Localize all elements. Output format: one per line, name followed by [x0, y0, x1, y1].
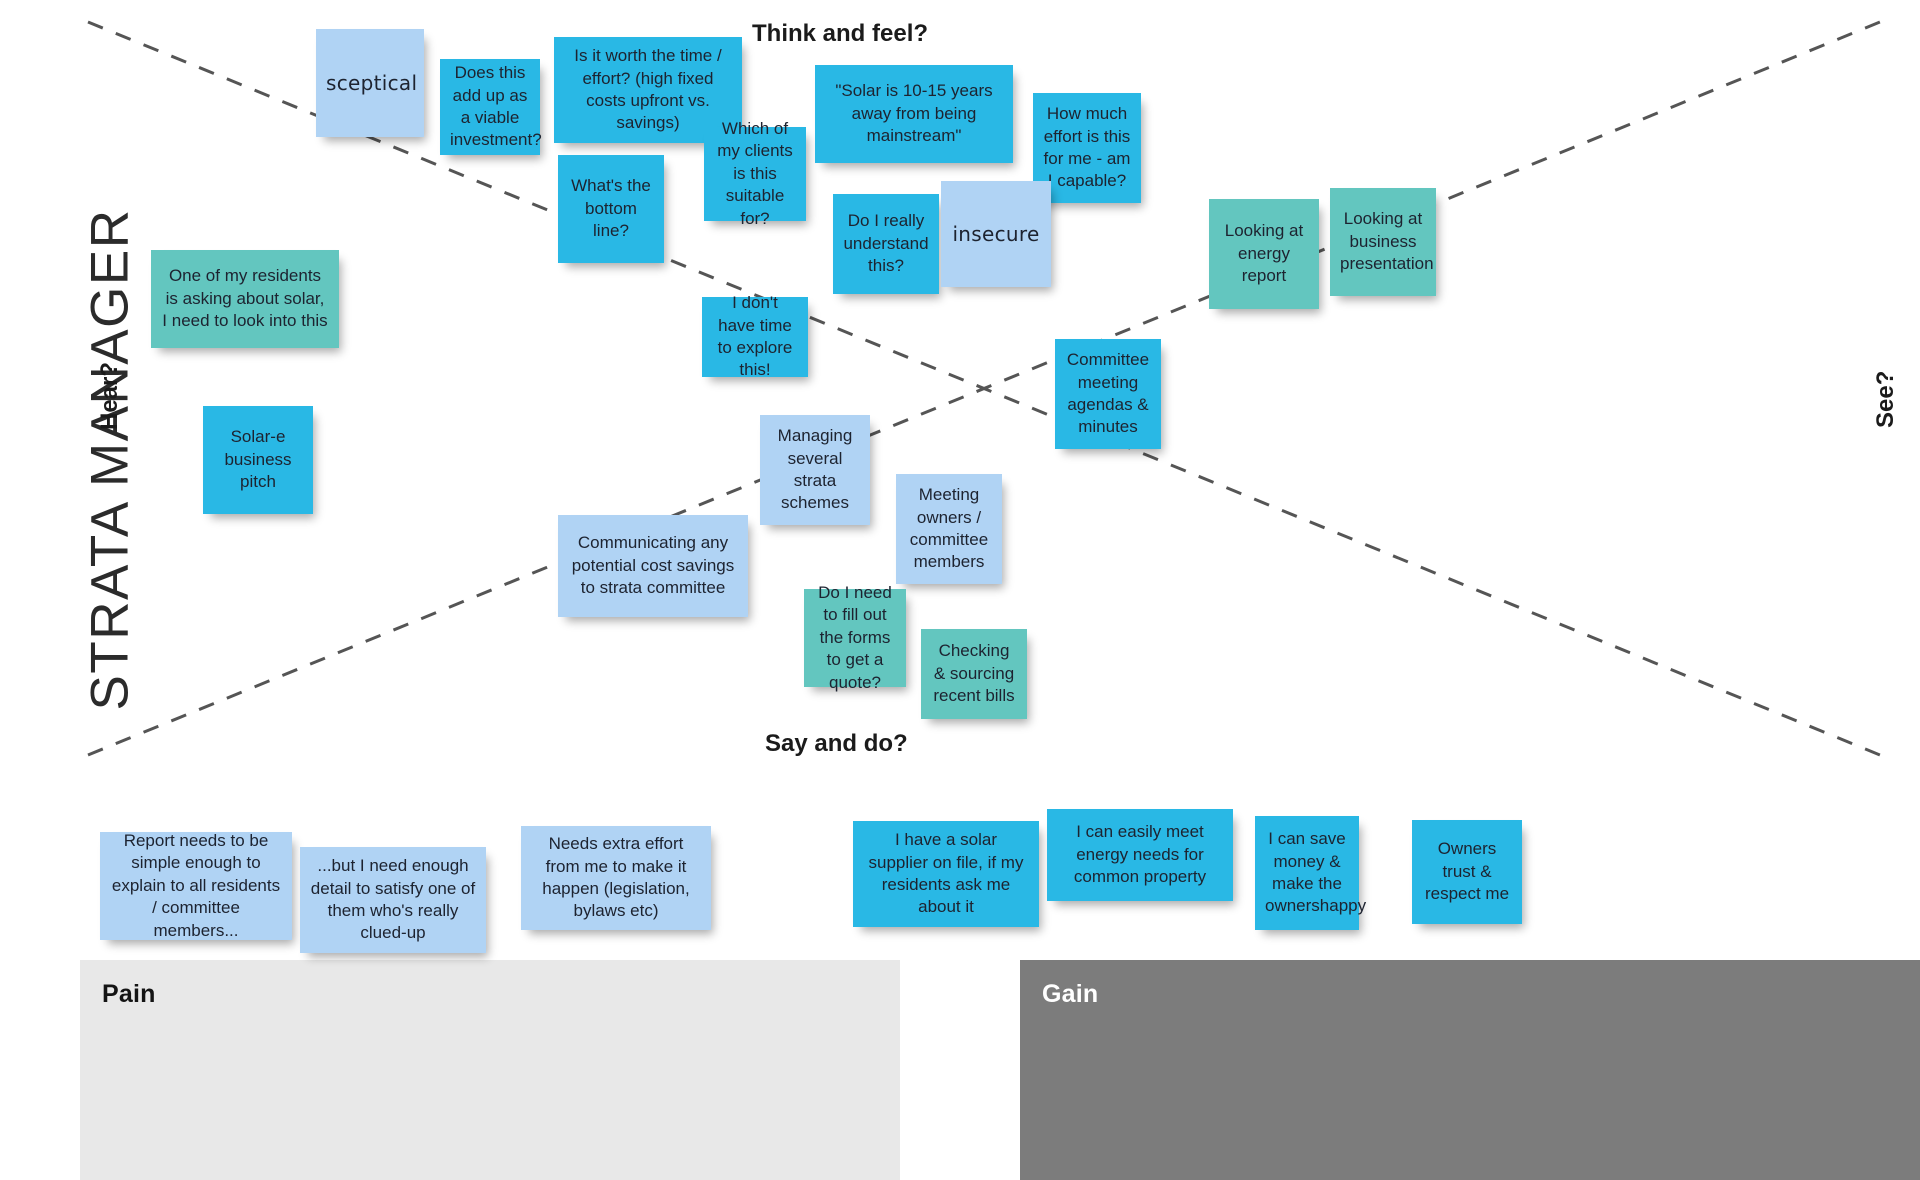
sticky-note-text: One of my residents is asking about sola… — [162, 266, 328, 331]
pain-panel: Pain — [80, 960, 900, 1180]
sticky-note-insecure[interactable]: insecure — [941, 181, 1051, 287]
sticky-note-text: Do I need to fill out the forms to get a… — [818, 582, 892, 692]
sticky-note-text: Needs extra effort from me to make it ha… — [542, 834, 690, 921]
sticky-note-looking-business-pres[interactable]: Looking at business presentation — [1330, 188, 1436, 296]
sticky-note-meet-energy-needs[interactable]: I can easily meet energy needs for commo… — [1047, 809, 1233, 901]
sticky-note-text: How much effort is this for me - am I ca… — [1043, 104, 1131, 191]
sticky-note-text: Managing several strata schemes — [777, 426, 853, 513]
sticky-note-sceptical[interactable]: sceptical — [316, 29, 424, 137]
sticky-note-text: Which of my clients is this suitable for… — [717, 118, 793, 228]
sticky-note-solar-supplier-on-file[interactable]: I have a solar supplier on file, if my r… — [853, 821, 1039, 927]
sticky-note-committee-agendas[interactable]: Committee meeting agendas & minutes — [1055, 339, 1161, 449]
sticky-note-fill-out-forms[interactable]: Do I need to fill out the forms to get a… — [804, 583, 906, 692]
sticky-note-text: Is it worth the time / effort? (high fix… — [574, 46, 722, 133]
quadrant-label-see: See? — [1872, 370, 1899, 428]
sticky-note-communicating-savings[interactable]: Communicating any potential cost savings… — [558, 515, 748, 617]
sticky-note-viable-investment[interactable]: Does this add up as a viable investment? — [440, 59, 542, 155]
sticky-note-solar-e-pitch[interactable]: Solar-e business pitch — [203, 406, 313, 514]
sticky-note-enough-detail[interactable]: ...but I need enough detail to satisfy o… — [300, 847, 486, 953]
sticky-note-checking-bills[interactable]: Checking & sourcing recent bills — [921, 629, 1027, 719]
pain-panel-title: Pain — [102, 980, 156, 1008]
sticky-note-which-clients[interactable]: Which of my clients is this suitable for… — [704, 119, 806, 228]
quadrant-label-hear: Hear? — [96, 361, 123, 430]
persona-title: STRATA MANAGER — [80, 208, 140, 711]
quadrant-label-think-and-feel: Think and feel? — [752, 20, 929, 47]
sticky-note-text: sceptical — [326, 70, 418, 95]
gain-panel-title: Gain — [1042, 980, 1099, 1008]
sticky-note-text: Do I really understand this? — [843, 211, 929, 276]
gain-panel: Gain — [1020, 960, 1920, 1180]
sticky-note-no-time-explore[interactable]: I don't have time to explore this! — [702, 293, 808, 379]
sticky-note-text: Does this add up as a viable investment? — [450, 63, 542, 150]
sticky-note-text: Checking & sourcing recent bills — [933, 641, 1015, 706]
sticky-note-text: ...but I need enough detail to satisfy o… — [310, 856, 476, 943]
sticky-note-owners-trust[interactable]: Owners trust & respect me — [1412, 820, 1522, 924]
sticky-note-text: "Solar is 10-15 years away from being ma… — [835, 81, 993, 146]
sticky-note-text: Communicating any potential cost savings… — [571, 533, 735, 598]
sticky-note-do-i-understand[interactable]: Do I really understand this? — [833, 194, 939, 294]
sticky-note-managing-schemes[interactable]: Managing several strata schemes — [760, 415, 870, 525]
sticky-note-extra-effort[interactable]: Needs extra effort from me to make it ha… — [521, 826, 711, 930]
sticky-note-text: Committee meeting agendas & minutes — [1066, 350, 1150, 437]
sticky-note-text: I don't have time to explore this! — [717, 293, 793, 380]
empathy-map-board: STRATA MANAGER Think and feel? Hear? See… — [0, 0, 1920, 1180]
sticky-note-text: I can save money & make the ownershappy — [1265, 829, 1367, 916]
sticky-note-text: Owners trust & respect me — [1424, 839, 1510, 904]
sticky-note-save-money[interactable]: I can save money & make the ownershappy — [1255, 816, 1367, 930]
sticky-note-text: Meeting owners / committee members — [909, 485, 989, 572]
sticky-note-residents-asking[interactable]: One of my residents is asking about sola… — [151, 250, 339, 348]
sticky-note-solar-10-15-years[interactable]: "Solar is 10-15 years away from being ma… — [815, 65, 1013, 163]
sticky-note-text: Solar-e business pitch — [224, 427, 292, 492]
sticky-note-looking-energy-report[interactable]: Looking at energy report — [1209, 199, 1319, 309]
sticky-note-text: Report needs to be simple enough to expl… — [111, 830, 281, 940]
sticky-note-text: Looking at energy report — [1224, 221, 1304, 286]
sticky-note-text: I can easily meet energy needs for commo… — [1073, 822, 1207, 887]
sticky-note-text: insecure — [952, 221, 1040, 246]
sticky-note-meeting-owners[interactable]: Meeting owners / committee members — [896, 474, 1002, 584]
sticky-note-text: What's the bottom line? — [571, 176, 651, 241]
quadrant-label-say-and-do: Say and do? — [765, 730, 908, 757]
sticky-note-text: Looking at business presentation — [1340, 209, 1434, 274]
sticky-note-bottom-line[interactable]: What's the bottom line? — [558, 155, 664, 263]
sticky-note-report-simple[interactable]: Report needs to be simple enough to expl… — [100, 830, 292, 940]
sticky-note-text: I have a solar supplier on file, if my r… — [868, 830, 1024, 917]
